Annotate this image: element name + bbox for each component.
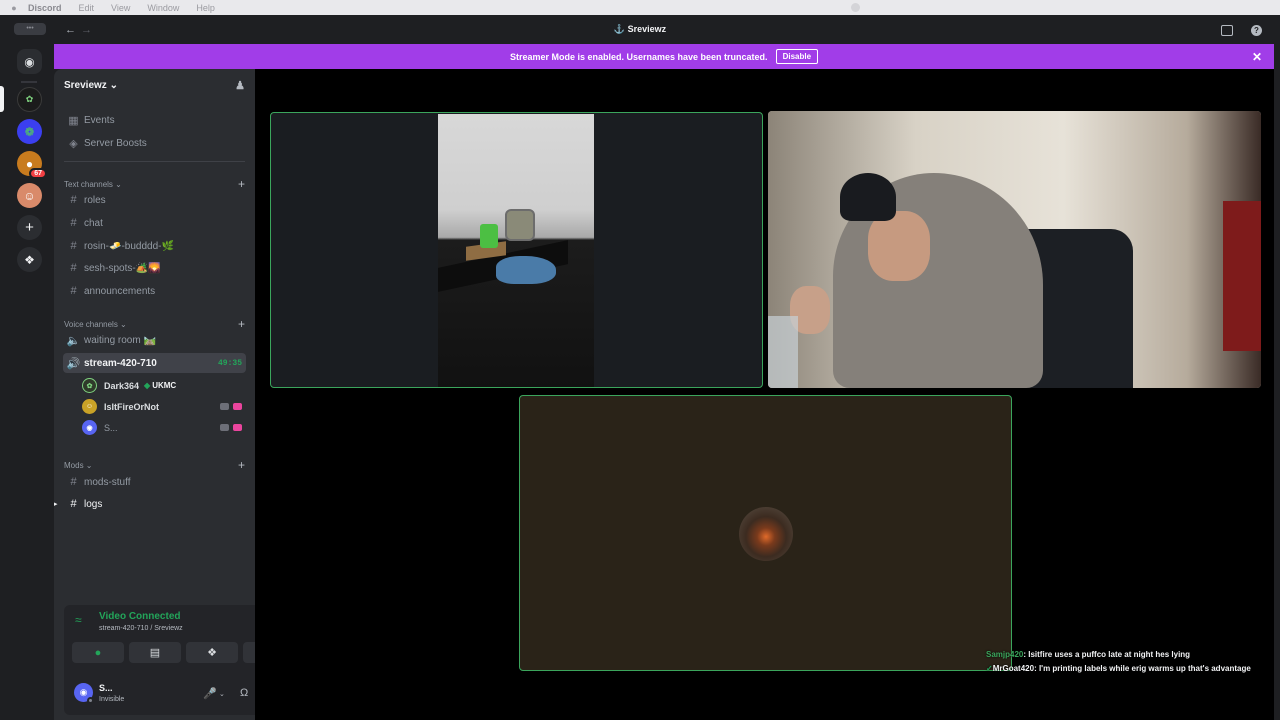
mods-header[interactable]: Mods ⌄ +	[64, 458, 245, 472]
boost-icon: ◈	[69, 137, 78, 150]
chat-message: Samjp420: Isitfire uses a puffco late at…	[986, 650, 1191, 659]
camera-indicator	[851, 3, 860, 12]
video-tile-camera-off[interactable]	[519, 395, 1012, 671]
menu-view[interactable]: View	[111, 3, 130, 13]
mention-badge: 67	[29, 168, 47, 179]
activity-icon	[233, 403, 242, 410]
disable-streamer-mode-button[interactable]: Disable	[775, 49, 819, 64]
speaker-icon: 🔈	[66, 334, 81, 347]
direct-messages-icon[interactable]: ◉	[17, 49, 42, 74]
hashtag-icon: #	[70, 285, 77, 297]
menu-edit[interactable]: Edit	[79, 3, 95, 13]
video-tile-phone-camera[interactable]	[270, 112, 763, 388]
video-feed	[438, 114, 594, 387]
video-tile-webcam[interactable]	[768, 111, 1261, 388]
voice-channels-header[interactable]: Voice channels ⌄ +	[64, 317, 245, 331]
add-member-icon[interactable]: ♟	[235, 79, 245, 92]
speaker-live-icon: 🔊	[66, 357, 81, 370]
inbox-icon[interactable]	[1221, 25, 1233, 36]
sidebar-divider	[64, 161, 245, 162]
server-header[interactable]: Sreviewz ⌄ ♟	[54, 69, 255, 101]
chat-message: ✓MrGoat420: I'm printing labels while er…	[986, 664, 1251, 673]
voice-status[interactable]: Video Connected	[99, 611, 181, 622]
channel-mods-stuff[interactable]: # mods-stuff	[63, 472, 246, 492]
avatar: ◉	[82, 420, 97, 435]
server-dog-icon[interactable]: ● 67	[17, 151, 47, 179]
username[interactable]: S...	[99, 683, 113, 693]
hashtag-icon: #	[70, 240, 77, 252]
avatar: ✿	[82, 378, 97, 393]
channel-logs[interactable]: ▸ # logs	[54, 494, 246, 514]
guild-tag: UKMC	[152, 381, 177, 390]
activities-button[interactable]: ❖	[186, 642, 238, 663]
screen-share-button[interactable]: ▤	[129, 642, 181, 663]
channel-announcements[interactable]: # announcements	[63, 281, 246, 301]
apple-icon[interactable]: ●	[0, 3, 28, 13]
voice-channel-stream-420-710[interactable]: 🔊 stream-420-710 49:35	[63, 353, 246, 373]
explore-compass-icon[interactable]: ❖	[17, 247, 42, 272]
status-invisible-icon	[87, 697, 94, 704]
add-text-channel-icon[interactable]: +	[238, 177, 245, 191]
connection-signal-icon[interactable]: ≈	[75, 613, 82, 627]
unread-indicator-icon: ▸	[54, 501, 58, 508]
voice-channel-waiting-room[interactable]: 🔈 waiting room 🛤️	[63, 330, 246, 350]
hashtag-icon: #	[70, 498, 77, 510]
help-icon[interactable]: ?	[1251, 25, 1262, 36]
server-name: Sreviewz ⌄	[64, 79, 118, 91]
channel-rosin-budddd[interactable]: # rosin-🧈-budddd-🌿	[63, 236, 246, 256]
mic-options-chevron-icon[interactable]: ⌄	[219, 690, 225, 698]
channel-roles[interactable]: # roles	[63, 190, 246, 210]
menu-app[interactable]: Discord	[28, 3, 62, 13]
add-voice-channel-icon[interactable]: +	[238, 317, 245, 331]
server-avatar-icon[interactable]: ☺	[17, 183, 42, 208]
close-icon[interactable]: ✕	[1252, 50, 1262, 64]
menu-window[interactable]: Window	[147, 3, 179, 13]
window-titlebar: ••• ← → ⚓ Sreviewz ?	[0, 15, 1280, 44]
avatar: ☺	[82, 399, 97, 414]
video-icon	[220, 403, 229, 410]
channel-chat[interactable]: # chat	[63, 213, 246, 233]
sidebar-item-server-boosts[interactable]: ◈ Server Boosts	[63, 133, 246, 153]
text-channels-header[interactable]: Text channels ⌄ +	[64, 177, 245, 191]
hashtag-icon: #	[70, 217, 77, 229]
voice-channel-path[interactable]: stream-420-710 / Sreviewz	[99, 625, 183, 632]
hashtag-icon: #	[70, 476, 77, 488]
activity-icon	[233, 424, 242, 431]
guild-tag-icon: ◆	[144, 381, 151, 390]
video-stage	[255, 69, 1274, 720]
calendar-icon: ▦	[68, 114, 79, 127]
channel-sesh-spots[interactable]: # sesh-spots-🏕️🌄	[63, 258, 246, 278]
server-sreviewz-icon[interactable]: ✿	[17, 87, 42, 112]
sidebar-item-events[interactable]: ▦ Events	[63, 110, 246, 130]
chat-overlay: Samjp420: Isitfire uses a puffco late at…	[986, 649, 1256, 677]
headphones-icon[interactable]: Ω	[240, 687, 248, 699]
banner-text: Streamer Mode is enabled. Usernames have…	[509, 51, 768, 62]
menu-help[interactable]: Help	[196, 3, 215, 13]
voice-user-dark364[interactable]: ✿ Dark364 ◆ UKMC	[82, 376, 246, 395]
server-list-divider	[21, 81, 37, 83]
selected-server-pill	[0, 86, 4, 112]
participant-avatar	[739, 507, 793, 561]
add-server-icon[interactable]: +	[17, 215, 42, 240]
macos-menubar: ● Discord Edit View Window Help	[0, 0, 1280, 15]
video-icon	[220, 424, 229, 431]
window-title: ⚓ Sreviewz	[613, 24, 667, 34]
streamer-mode-banner: Streamer Mode is enabled. Usernames have…	[54, 44, 1274, 69]
user-status: Invisible	[99, 696, 125, 703]
camera-button[interactable]: ●	[72, 642, 124, 663]
server-leaf-icon[interactable]: ❁	[17, 119, 42, 144]
voice-user-s[interactable]: ◉ S...	[82, 418, 246, 437]
voice-user-isitfireornot[interactable]: ☺ IsItFireOrNot	[82, 397, 246, 416]
channel-sidebar: Sreviewz ⌄ ♟ ▦ Events ◈ Server Boosts Text…	[54, 69, 305, 720]
hashtag-icon: #	[70, 262, 77, 274]
add-mods-channel-icon[interactable]: +	[238, 458, 245, 472]
microphone-icon[interactable]: 🎤	[203, 687, 217, 700]
server-list: ◉ ✿ ❁ ● 67 ☺ + ❖	[0, 44, 54, 720]
voice-timer: 49:35	[217, 358, 242, 368]
hashtag-icon: #	[70, 194, 77, 206]
